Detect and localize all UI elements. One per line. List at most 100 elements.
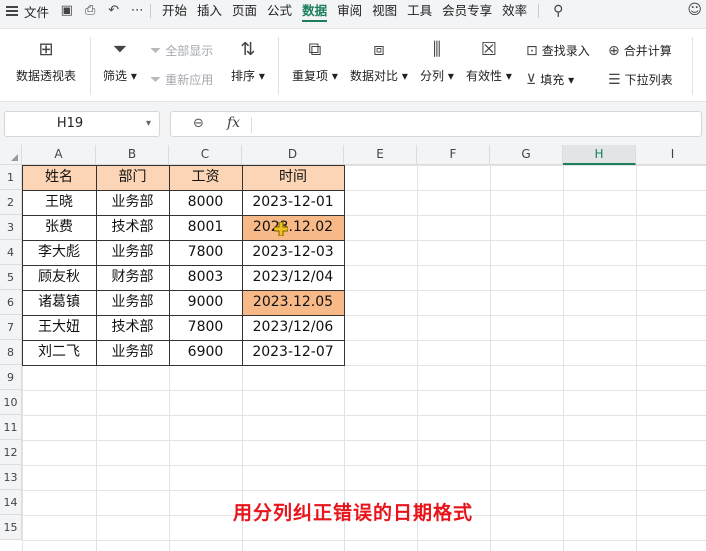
tab-member[interactable]: 会员专享 [437, 0, 497, 22]
table-border [22, 340, 345, 341]
table-cell-salary[interactable]: 8003 [169, 265, 242, 290]
tab-view[interactable]: 视图 [367, 0, 402, 22]
tab-home[interactable]: 开始 [157, 0, 192, 22]
table-cell-name[interactable]: 王晓 [22, 190, 96, 215]
column-header-e[interactable]: E [344, 145, 417, 165]
table-cell-date[interactable]: 2023/12/06 [242, 315, 344, 340]
table-cell-date[interactable]: 2023/12/04 [242, 265, 344, 290]
cell-cursor-icon [273, 221, 289, 237]
chevron-down-icon[interactable]: ▾ [146, 112, 151, 136]
pivot-table-button[interactable]: ⊞ 数据透视表 [16, 39, 76, 84]
table-cell-name[interactable]: 张费 [22, 215, 96, 240]
column-header-b[interactable]: B [96, 145, 169, 165]
table-header-salary[interactable]: 工资 [169, 165, 242, 190]
lookup-entry-button[interactable]: ⊡ 查找录入 [526, 42, 590, 59]
sort-button[interactable]: ⇅ 排序 ▾ [231, 39, 265, 84]
table-header-name[interactable]: 姓名 [22, 165, 96, 190]
table-cell-date[interactable]: 2023.12.02 [242, 215, 344, 240]
sort-label: 排序 [231, 69, 256, 83]
table-cell-department[interactable]: 财务部 [96, 265, 169, 290]
row-header-1[interactable]: 1 [0, 165, 22, 190]
more-icon[interactable]: ⋯ [131, 4, 145, 18]
function-icon[interactable]: fx [227, 115, 240, 131]
column-header-c[interactable]: C [169, 145, 242, 165]
file-menu[interactable]: 文件 [0, 2, 56, 21]
tab-efficiency[interactable]: 效率 [497, 0, 532, 22]
table-cell-department[interactable]: 业务部 [96, 340, 169, 365]
table-cell-name[interactable]: 诸葛镇 [22, 290, 96, 315]
reapply-button[interactable]: ⏷ 重新应用 [150, 71, 213, 88]
tab-formula[interactable]: 公式 [262, 0, 297, 22]
table-cell-salary[interactable]: 6900 [169, 340, 242, 365]
table-cell-name[interactable]: 顾友秋 [22, 265, 96, 290]
split-column-icon: ⫼ [432, 39, 442, 60]
lookup-icon: ⊡ [526, 42, 538, 59]
row-header-10[interactable]: 10 [0, 390, 22, 415]
table-cell-salary[interactable]: 8000 [169, 190, 242, 215]
table-cell-name[interactable]: 刘二飞 [22, 340, 96, 365]
filter-button[interactable]: ⏷ 筛选 ▾ [103, 39, 137, 84]
tab-insert[interactable]: 插入 [192, 0, 227, 22]
table-cell-name[interactable]: 王大妞 [22, 315, 96, 340]
save-icon[interactable]: ▣ [60, 4, 74, 18]
table-cell-department[interactable]: 技术部 [96, 315, 169, 340]
row-header-6[interactable]: 6 [0, 290, 22, 315]
data-compare-button[interactable]: ⧈ 数据对比 ▾ [350, 39, 408, 84]
column-header-d[interactable]: D [242, 145, 344, 165]
tab-page[interactable]: 页面 [227, 0, 262, 22]
duplicates-button[interactable]: ⧉ 重复项 ▾ [292, 39, 338, 84]
row-header-7[interactable]: 7 [0, 315, 22, 340]
name-box[interactable]: H19 ▾ [4, 111, 160, 137]
table-cell-department[interactable]: 业务部 [96, 290, 169, 315]
column-header-h[interactable]: H [563, 145, 636, 165]
merge-calc-button[interactable]: ⊕ 合并计算 [608, 42, 672, 59]
show-all-button[interactable]: ⏷ 全部显示 [150, 42, 213, 59]
column-header-g[interactable]: G [490, 145, 563, 165]
tab-review[interactable]: 审阅 [332, 0, 367, 22]
undo-icon[interactable]: ↶ [107, 4, 121, 18]
table-cell-department[interactable]: 业务部 [96, 240, 169, 265]
row-header-8[interactable]: 8 [0, 340, 22, 365]
column-header-i[interactable]: I [636, 145, 706, 165]
table-cell-department[interactable]: 技术部 [96, 215, 169, 240]
fill-button[interactable]: ⊻ 填充 ▾ [526, 71, 574, 88]
divider [150, 4, 151, 18]
row-header-9[interactable]: 9 [0, 365, 22, 390]
search-icon[interactable]: ⚲ [553, 3, 563, 19]
split-column-button[interactable]: ⫼ 分列 ▾ [420, 39, 454, 84]
filter-label: 筛选 [103, 69, 128, 83]
row-header-11[interactable]: 11 [0, 415, 22, 440]
table-cell-salary[interactable]: 9000 [169, 290, 242, 315]
zoom-icon[interactable]: ⊖ [193, 116, 204, 131]
table-cell-name[interactable]: 李大彪 [22, 240, 96, 265]
validity-button[interactable]: ☒ 有效性 ▾ [466, 39, 512, 84]
table-cell-date[interactable]: 2023-12-03 [242, 240, 344, 265]
select-all-corner[interactable] [0, 145, 22, 165]
print-icon[interactable]: ⎙ [84, 4, 98, 18]
table-header-department[interactable]: 部门 [96, 165, 169, 190]
table-cell-salary[interactable]: 8001 [169, 215, 242, 240]
table-header-date[interactable]: 时间 [242, 165, 344, 190]
table-cell-department[interactable]: 业务部 [96, 190, 169, 215]
row-header-5[interactable]: 5 [0, 265, 22, 290]
tab-tools[interactable]: 工具 [402, 0, 437, 22]
spreadsheet-grid[interactable]: A B C D E F G H I 1 2 3 4 5 6 7 8 9 10 11 12 13 14 15 姓名 部门 工资 时间 王晓… [0, 145, 706, 551]
formula-input[interactable]: ⊖ fx [170, 111, 702, 137]
table-cell-salary[interactable]: 7800 [169, 315, 242, 340]
tab-data[interactable]: 数据 [297, 0, 332, 22]
table-cell-date[interactable]: 2023-12-01 [242, 190, 344, 215]
gridline [417, 165, 418, 551]
column-header-a[interactable]: A [22, 145, 96, 165]
row-header-12[interactable]: 12 [0, 440, 22, 465]
column-header-f[interactable]: F [417, 145, 490, 165]
row-header-4[interactable]: 4 [0, 240, 22, 265]
table-cell-date[interactable]: 2023-12-07 [242, 340, 344, 365]
row-header-13[interactable]: 13 [0, 465, 22, 490]
row-header-3[interactable]: 3 [0, 215, 22, 240]
gridline [22, 490, 706, 491]
table-cell-salary[interactable]: 7800 [169, 240, 242, 265]
row-header-2[interactable]: 2 [0, 190, 22, 215]
table-cell-date[interactable]: 2023.12.05 [242, 290, 344, 315]
account-icon[interactable]: ☺ [687, 2, 702, 18]
dropdown-list-button[interactable]: ☰ 下拉列表 [608, 71, 673, 88]
